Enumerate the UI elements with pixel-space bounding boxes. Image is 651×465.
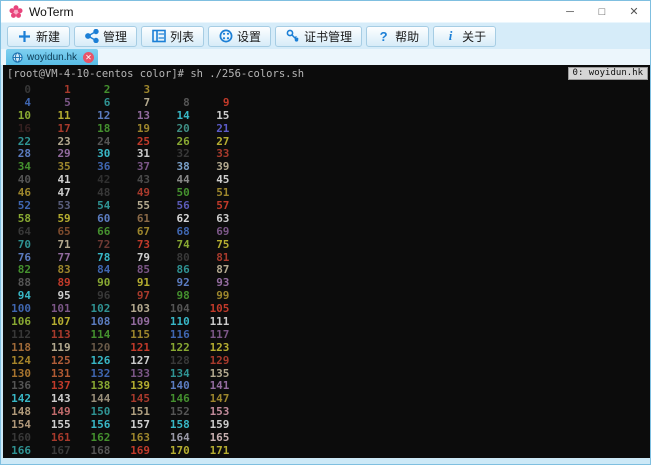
color-grid-row: 142143144145146147 <box>3 391 650 404</box>
color-grid-row: 136137138139140141 <box>3 378 650 391</box>
color-grid-row: 106107108109110111 <box>3 314 650 327</box>
toolbar: 新建 管理 列表 设置 证书管理? 帮助 i 关于 <box>1 22 650 49</box>
share-icon <box>84 29 99 44</box>
settings-button[interactable]: 设置 <box>208 26 271 47</box>
color-grid-row: 767778798081 <box>3 250 650 263</box>
list-button[interactable]: 列表 <box>141 26 204 47</box>
cert-manager-button[interactable]: 证书管理 <box>275 26 362 47</box>
color-grid-row: 160161162163164165 <box>3 430 650 443</box>
color-grid-row: 0123 <box>3 82 650 95</box>
new-session-button[interactable]: 新建 <box>7 26 70 47</box>
color-grid-row: 888990919293 <box>3 275 650 288</box>
color-grid-row: 707172737475 <box>3 237 650 250</box>
window-controls: ─ □ ✕ <box>554 1 650 22</box>
color-grid-row: 282930313233 <box>3 146 650 159</box>
toolbar-button-label: 管理 <box>103 28 127 45</box>
help-button[interactable]: ? 帮助 <box>366 26 429 47</box>
minimize-button[interactable]: ─ <box>554 1 586 22</box>
color-number-cell: 170 <box>150 445 190 458</box>
color-grid-row: 166167168169170171 <box>3 443 650 456</box>
color-grid-row: 404142434445 <box>3 172 650 185</box>
color-grid: 0123456789101112131415161718192021222324… <box>3 82 650 456</box>
maximize-button[interactable]: □ <box>586 1 618 22</box>
key-icon <box>285 29 300 44</box>
tab-bar: woyidun.hk ✕ <box>1 49 650 65</box>
window-title: WoTerm <box>29 5 73 19</box>
question-icon: ? <box>376 29 391 44</box>
color-grid-row: 456789 <box>3 95 650 108</box>
tab-close-icon[interactable]: ✕ <box>83 52 94 63</box>
color-grid-row: 112113114115116117 <box>3 327 650 340</box>
app-window: WoTerm ─ □ ✕ 新建 管理 列表 设置 证书管理? 帮助 i 关于 woyidun.… <box>0 0 651 465</box>
info-icon: i <box>443 29 458 44</box>
close-button[interactable]: ✕ <box>618 1 650 22</box>
palette-icon <box>218 29 233 44</box>
window-bottom-border <box>1 458 650 464</box>
toolbar-button-label: 关于 <box>462 28 486 45</box>
manage-button[interactable]: 管理 <box>74 26 137 47</box>
list-icon <box>151 29 166 44</box>
toolbar-button-label: 证书管理 <box>304 28 352 45</box>
globe-icon <box>12 52 23 63</box>
color-grid-row: 464748495051 <box>3 185 650 198</box>
toolbar-button-label: 设置 <box>237 28 261 45</box>
color-grid-row: 646566676869 <box>3 224 650 237</box>
color-grid-row: 949596979899 <box>3 288 650 301</box>
color-grid-row: 100101102103104105 <box>3 301 650 314</box>
color-grid-row: 525354555657 <box>3 198 650 211</box>
color-number-cell: 168 <box>71 445 111 458</box>
plus-icon <box>17 29 32 44</box>
color-grid-row: 828384858687 <box>3 262 650 275</box>
color-number-cell: 167 <box>31 445 71 458</box>
color-grid-row: 585960616263 <box>3 211 650 224</box>
toolbar-button-label: 帮助 <box>395 28 419 45</box>
color-grid-row: 101112131415 <box>3 108 650 121</box>
tab-label: woyidun.hk <box>27 52 77 63</box>
color-grid-row: 154155156157158159 <box>3 417 650 430</box>
color-grid-row: 222324252627 <box>3 134 650 147</box>
terminal[interactable]: [root@VM-4-10-centos color]# sh ./256-co… <box>3 65 650 460</box>
color-number-cell: 171 <box>190 445 230 458</box>
about-button[interactable]: i 关于 <box>433 26 496 47</box>
color-grid-row: 130131132133134135 <box>3 366 650 379</box>
color-grid-row: 161718192021 <box>3 121 650 134</box>
color-grid-row: 148149150151152153 <box>3 404 650 417</box>
session-tab[interactable]: woyidun.hk ✕ <box>6 49 98 65</box>
color-number-cell: 166 <box>3 445 31 458</box>
color-grid-row: 124125126127128129 <box>3 353 650 366</box>
toolbar-button-label: 新建 <box>36 28 60 45</box>
prompt-line: [root@VM-4-10-centos color]# sh ./256-co… <box>3 65 650 82</box>
flower-icon <box>9 5 23 19</box>
title-bar: WoTerm ─ □ ✕ <box>1 1 650 22</box>
color-grid-row: 343536373839 <box>3 159 650 172</box>
color-number-cell: 169 <box>110 445 150 458</box>
color-grid-row: 118119120121122123 <box>3 340 650 353</box>
toolbar-button-label: 列表 <box>170 28 194 45</box>
session-badge: 0: woyidun.hk <box>568 67 648 80</box>
